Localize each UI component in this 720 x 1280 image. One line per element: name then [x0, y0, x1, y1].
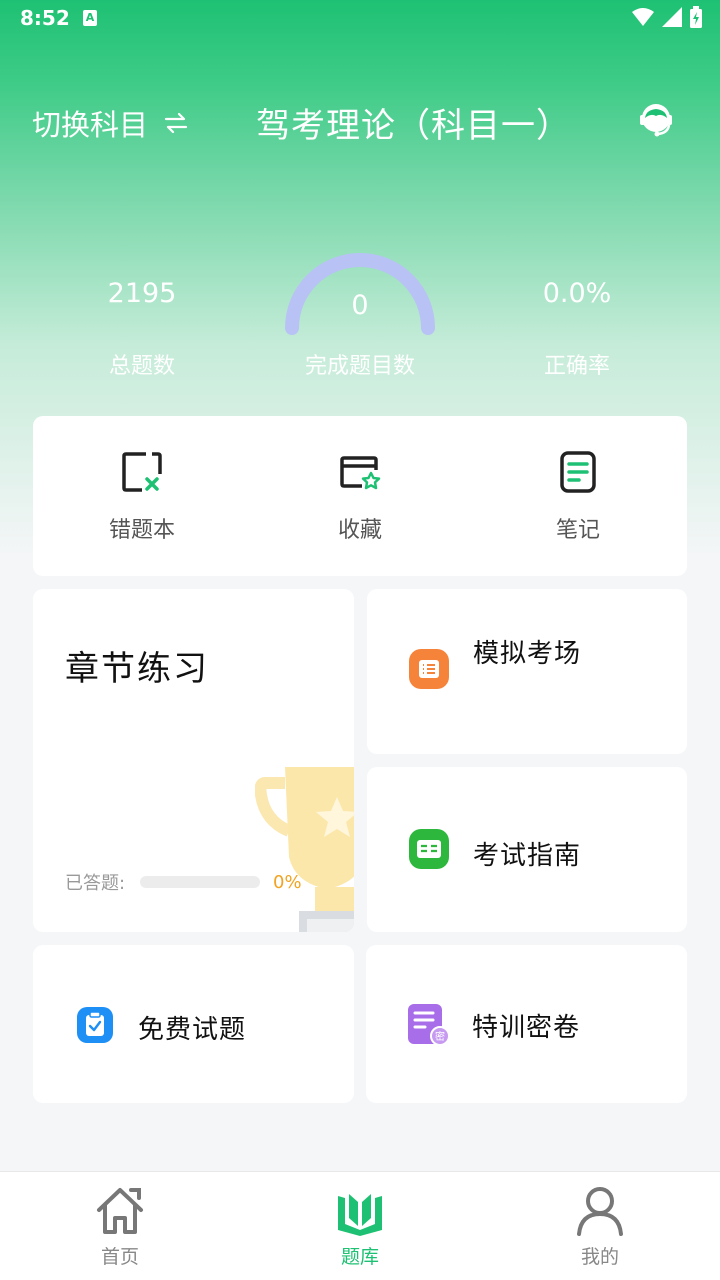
status-bar: 8:52 A [0, 0, 720, 38]
status-icons [632, 6, 702, 28]
favorite-folder-icon [340, 456, 381, 490]
swap-arrows-icon [164, 112, 188, 134]
accuracy-value: 0.0% [542, 278, 612, 309]
chapter-progress-value: 0% [273, 872, 302, 893]
switch-subject-label: 切换科目 [32, 108, 149, 142]
answered-label: 已答题: [65, 873, 126, 894]
clipboard-icon [77, 1007, 113, 1043]
wifi-icon [632, 8, 654, 26]
notes-label: 笔记 [555, 518, 600, 543]
accuracy-label: 正确率 [543, 354, 610, 379]
free-questions-label: 免费试题 [138, 1015, 247, 1045]
favorites-label: 收藏 [337, 518, 382, 543]
nav-home-label: 首页 [100, 1246, 139, 1268]
nav-question-bank[interactable]: 题库 [240, 1172, 480, 1280]
trophy-icon [255, 767, 354, 932]
chapter-practice-title: 章节练习 [65, 649, 209, 689]
battery-icon [690, 6, 702, 28]
svg-text:密: 密 [435, 1030, 445, 1043]
free-questions-card[interactable]: 免费试题 [33, 945, 354, 1103]
status-time: 8:52 [20, 6, 70, 30]
notes-button[interactable]: 笔记 [469, 416, 687, 576]
completed-value: 0 [351, 290, 369, 321]
profile-icon [577, 1187, 623, 1236]
switch-subject-button[interactable]: 切换科目 [32, 102, 188, 144]
customer-service-icon[interactable] [636, 100, 676, 140]
special-training-label: 特训密卷 [472, 1013, 581, 1043]
chapter-practice-card[interactable]: 章节练习 已答题: 0% [33, 589, 354, 932]
special-training-card[interactable]: 密 特训密卷 [366, 945, 687, 1103]
total-questions-label: 总题数 [108, 354, 175, 379]
wrong-book-button[interactable]: 错题本 [33, 416, 251, 576]
notes-icon [560, 451, 596, 493]
question-bank-icon [338, 1194, 382, 1236]
notification-icon: A [83, 10, 97, 26]
guide-icon [409, 829, 449, 869]
exam-room-icon [409, 649, 449, 689]
chapter-progress-bar [140, 876, 260, 888]
top-bar: 切换科目 驾考理论（科目一） [0, 90, 720, 150]
signal-icon [662, 7, 682, 27]
wrong-book-icon [122, 452, 162, 492]
nav-question-bank-label: 题库 [340, 1246, 379, 1268]
exam-guide-label: 考试指南 [473, 841, 582, 871]
total-questions-value: 2195 [107, 278, 177, 309]
quick-actions-card: 错题本 收藏 笔记 [33, 416, 687, 576]
stats-panel: 2195 总题数 0 完成题目数 0.0% 正确率 [0, 220, 720, 390]
home-icon [97, 1188, 143, 1234]
completion-gauge [285, 253, 435, 335]
bottom-navigation: 首页 题库 我的 [0, 1171, 720, 1280]
nav-home[interactable]: 首页 [0, 1172, 240, 1280]
exam-guide-card[interactable]: 考试指南 [367, 767, 687, 932]
completed-label: 完成题目数 [304, 354, 415, 379]
page-title: 驾考理论（科目一） [256, 106, 571, 146]
wrong-book-label: 错题本 [108, 518, 175, 543]
mock-exam-card[interactable]: 模拟考场 [367, 589, 687, 754]
mock-exam-label: 模拟考场 [473, 639, 582, 669]
secret-paper-icon: 密 [408, 1004, 450, 1046]
favorites-button[interactable]: 收藏 [251, 416, 469, 576]
nav-profile-label: 我的 [580, 1246, 619, 1268]
nav-profile[interactable]: 我的 [480, 1172, 720, 1280]
